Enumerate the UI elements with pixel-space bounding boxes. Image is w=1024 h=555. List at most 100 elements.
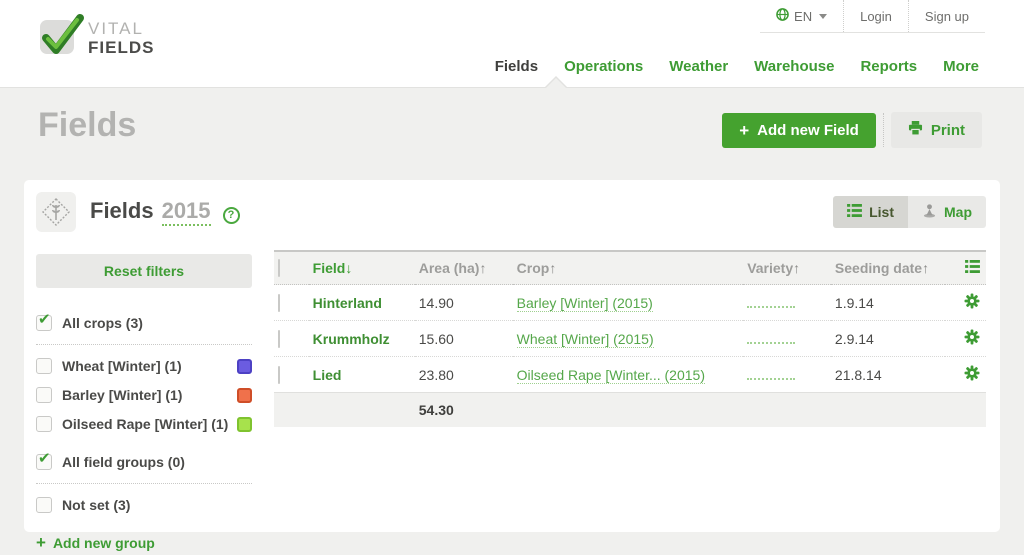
- crop-link[interactable]: Barley [Winter] (2015): [516, 294, 653, 312]
- signup-link[interactable]: Sign up: [907, 0, 985, 32]
- column-settings-button[interactable]: [945, 251, 986, 285]
- row-settings-gear-icon[interactable]: [964, 365, 980, 384]
- not-set-checkbox[interactable]: [36, 497, 52, 513]
- fields-card: Fields 2015 ? List Map Reset filters ✔ A…: [24, 180, 1000, 552]
- crop-link[interactable]: Oilseed Rape [Winter... (2015): [516, 366, 705, 384]
- nav-item-fields[interactable]: Fields: [495, 58, 538, 75]
- nav-item-reports[interactable]: Reports: [860, 58, 917, 75]
- variety-editable-placeholder[interactable]: [747, 370, 796, 380]
- wheat-color-swatch: [237, 358, 252, 374]
- checkmark-icon: ✔: [38, 450, 51, 467]
- seeding-date-value: 21.8.14: [830, 356, 946, 393]
- row-checkbox[interactable]: [278, 365, 280, 384]
- select-all-checkbox[interactable]: [278, 259, 280, 277]
- checkmark-icon: ✔: [38, 311, 51, 328]
- add-new-group-label: Add new group: [52, 535, 155, 551]
- page-title: Fields: [38, 106, 137, 144]
- sort-asc-icon: ↑: [922, 260, 930, 276]
- plus-icon: +: [739, 120, 750, 140]
- all-crops-checkbox[interactable]: ✔: [36, 311, 52, 331]
- print-button[interactable]: Print: [890, 112, 982, 148]
- filter-crop-wheat[interactable]: Wheat [Winter] (1): [36, 358, 252, 374]
- column-header-variety[interactable]: Variety↑: [743, 251, 831, 285]
- map-pin-icon: [922, 203, 937, 221]
- globe-icon: [776, 8, 789, 24]
- column-header-field[interactable]: Field↓: [309, 251, 415, 285]
- barley-checkbox[interactable]: [36, 387, 52, 403]
- logo-text: VITAL FIELDS: [88, 18, 155, 57]
- row-checkbox[interactable]: [278, 329, 280, 348]
- login-link[interactable]: Login: [843, 0, 908, 32]
- nav-item-warehouse[interactable]: Warehouse: [754, 58, 834, 75]
- field-name-link[interactable]: Lied: [308, 356, 415, 393]
- variety-header-label: Variety: [747, 260, 794, 276]
- column-header-crop[interactable]: Crop↑: [513, 251, 744, 285]
- row-settings-gear-icon[interactable]: [964, 293, 980, 312]
- brand-logo[interactable]: VITAL FIELDS: [34, 12, 154, 65]
- barley-label: Barley [Winter] (1): [62, 387, 183, 403]
- year-selector[interactable]: 2015: [161, 198, 211, 226]
- all-field-groups-label: All field groups (0): [62, 454, 185, 470]
- reset-filters-button[interactable]: Reset filters: [36, 254, 252, 288]
- nav-item-operations[interactable]: Operations: [564, 58, 643, 75]
- filter-not-set[interactable]: Not set (3): [36, 497, 252, 513]
- nav-item-weather[interactable]: Weather: [669, 58, 728, 75]
- page-header: Fields + Add new Field Print: [0, 88, 1024, 180]
- oilseed-checkbox[interactable]: [36, 416, 52, 432]
- row-settings-gear-icon[interactable]: [964, 329, 980, 348]
- filters-sidebar: Reset filters ✔ All crops (3) Wheat [Win…: [36, 248, 274, 553]
- printer-icon: [908, 121, 923, 139]
- variety-editable-placeholder[interactable]: [747, 334, 796, 344]
- area-header-label: Area (ha): [418, 260, 480, 276]
- language-selector[interactable]: EN: [760, 0, 843, 32]
- crop-link[interactable]: Wheat [Winter] (2015): [516, 330, 654, 348]
- field-name-link[interactable]: Krummholz: [308, 320, 415, 357]
- area-value: 23.80: [414, 356, 513, 393]
- app-viewport: VITAL FIELDS EN Login Sign up Fields Ope…: [0, 0, 1024, 555]
- filter-all-crops[interactable]: ✔ All crops (3): [36, 311, 252, 331]
- field-diamond-icon: [36, 192, 76, 232]
- divider: [36, 344, 252, 345]
- add-new-group-link[interactable]: + Add new group: [36, 533, 252, 553]
- utility-bar: EN Login Sign up: [760, 0, 985, 33]
- filter-crop-oilseed[interactable]: Oilseed Rape [Winter] (1): [36, 416, 252, 432]
- map-view-button[interactable]: Map: [908, 196, 986, 228]
- field-header-label: Field: [312, 260, 346, 276]
- seeding-date-value: 1.9.14: [834, 294, 874, 311]
- wheat-label: Wheat [Winter] (1): [62, 358, 182, 374]
- crop-header-label: Crop: [516, 260, 550, 276]
- main-nav: Fields Operations Weather Warehouse Repo…: [495, 58, 979, 75]
- table-row: Krummholz 15.60 Wheat [Winter] (2015) 2.…: [274, 320, 986, 357]
- not-set-label: Not set (3): [62, 497, 131, 513]
- variety-editable-placeholder[interactable]: [747, 298, 796, 308]
- add-new-field-button[interactable]: + Add new Field: [722, 112, 876, 148]
- row-checkbox[interactable]: [278, 293, 280, 312]
- column-header-area[interactable]: Area (ha)↑: [415, 251, 513, 285]
- nav-item-more[interactable]: More: [943, 58, 979, 75]
- page-actions: + Add new Field Print: [722, 112, 982, 148]
- oilseed-label: Oilseed Rape [Winter] (1): [62, 416, 229, 432]
- add-new-field-label: Add new Field: [757, 121, 859, 139]
- language-label: EN: [794, 8, 813, 24]
- top-header: VITAL FIELDS EN Login Sign up Fields Ope…: [0, 0, 1024, 88]
- help-icon[interactable]: ?: [222, 206, 240, 224]
- list-view-label: List: [869, 204, 894, 220]
- field-name-link[interactable]: Hinterland: [309, 285, 415, 321]
- sort-asc-icon: ↑: [479, 260, 487, 276]
- active-nav-pointer: [546, 78, 566, 88]
- all-field-groups-checkbox[interactable]: ✔: [36, 450, 52, 470]
- all-crops-label: All crops (3): [62, 315, 143, 331]
- sort-asc-icon: ↑: [549, 260, 557, 276]
- column-header-seeding-date[interactable]: Seeding date↑: [831, 251, 945, 285]
- table-row: Hinterland 14.90 Barley [Winter] (2015) …: [274, 285, 986, 321]
- columns-icon: [965, 260, 980, 276]
- area-value: 14.90: [418, 294, 454, 311]
- logo-line1: VITAL: [88, 18, 144, 38]
- logo-line2: FIELDS: [88, 37, 155, 57]
- card-title: Fields: [90, 198, 154, 224]
- wheat-checkbox[interactable]: [36, 358, 52, 374]
- filter-all-field-groups[interactable]: ✔ All field groups (0): [36, 450, 252, 470]
- filter-crop-barley[interactable]: Barley [Winter] (1): [36, 387, 252, 403]
- list-view-button[interactable]: List: [833, 196, 908, 228]
- map-view-label: Map: [944, 204, 972, 220]
